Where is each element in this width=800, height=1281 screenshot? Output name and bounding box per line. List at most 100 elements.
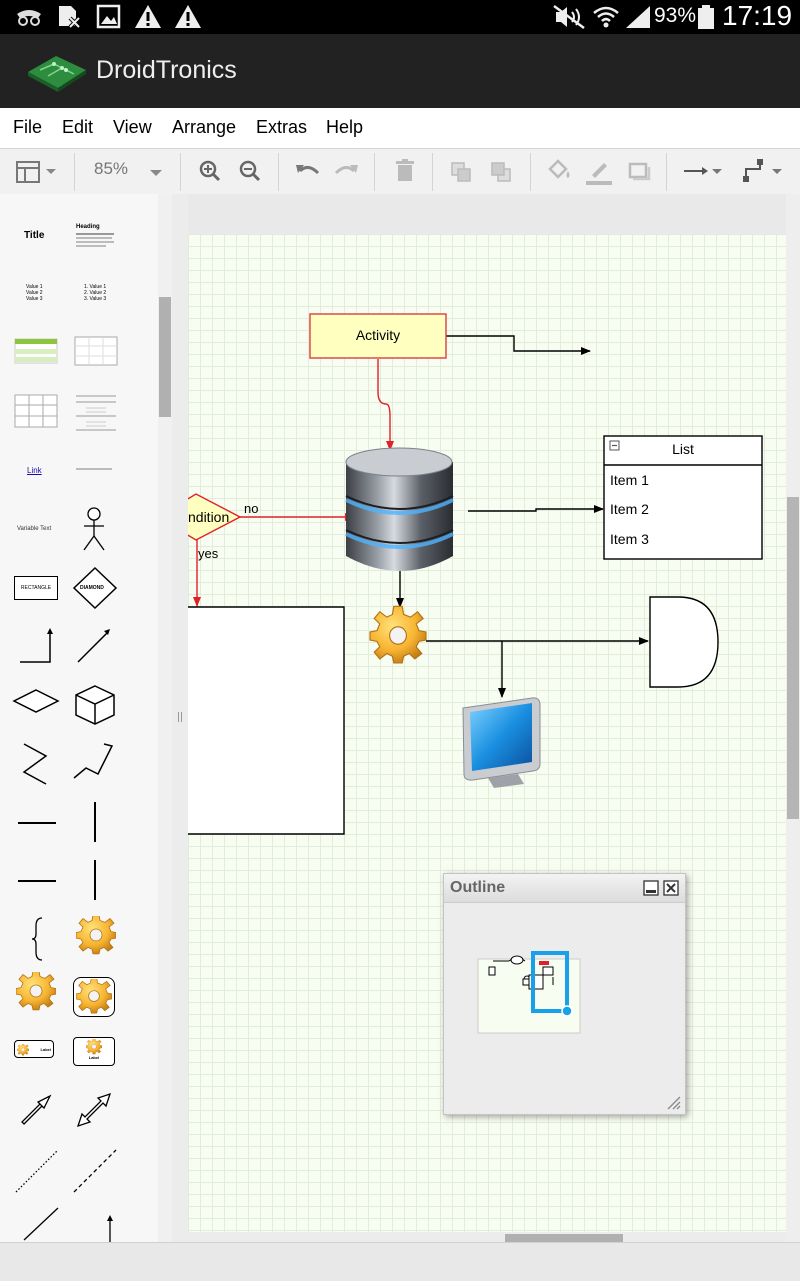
menu-view[interactable]: View: [113, 117, 152, 138]
shape-vertical-line[interactable]: [94, 802, 96, 842]
shape-rectangle[interactable]: RECTANGLE: [14, 576, 58, 600]
menu-file[interactable]: File: [13, 117, 42, 138]
shape-zigzag-vertical[interactable]: [18, 742, 52, 786]
to-front-icon[interactable]: [448, 155, 476, 187]
app-logo-icon: [28, 56, 86, 92]
shape-curly-brace[interactable]: [30, 916, 46, 962]
gear-icon: [86, 1039, 102, 1055]
zoom-in-icon[interactable]: [196, 155, 224, 187]
shape-gear-icon-2[interactable]: [16, 972, 56, 1012]
connection-style-icon[interactable]: [682, 155, 730, 187]
menu-edit[interactable]: Edit: [62, 117, 93, 138]
app-title: DroidTronics: [96, 56, 237, 84]
battery-percent: 93%: [654, 4, 697, 27]
gear-icon[interactable]: [369, 605, 427, 664]
shadow-icon[interactable]: [624, 155, 654, 187]
outline-preview[interactable]: [477, 951, 581, 1035]
zoom-level[interactable]: 85%: [94, 159, 128, 179]
edge-database-list[interactable]: [468, 505, 604, 513]
undo-icon[interactable]: [292, 155, 322, 187]
numbered-item: 3. Value 3: [84, 296, 107, 302]
menu-bar: File Edit View Arrange Extras Help: [0, 108, 800, 149]
signal-icon: [626, 6, 650, 28]
shape-horizontal-line[interactable]: [18, 822, 56, 824]
edge-activity-right[interactable]: [446, 335, 591, 355]
format-panel-button[interactable]: [14, 155, 62, 187]
battery-icon: [698, 5, 714, 29]
zoom-dropdown-icon[interactable]: [146, 155, 166, 187]
shape-dashed-line[interactable]: [72, 1148, 118, 1194]
image-icon: [96, 4, 121, 29]
sidebar-scroll-thumb[interactable]: [159, 297, 171, 417]
shape-numbered-list[interactable]: 1. Value 1 2. Value 2 3. Value 3: [84, 284, 106, 302]
shape-green-table[interactable]: [14, 338, 58, 364]
minimize-icon[interactable]: [643, 880, 659, 896]
container-node[interactable]: [188, 606, 345, 835]
shape-gear-icon[interactable]: [76, 916, 116, 956]
menu-arrange[interactable]: Arrange: [172, 117, 236, 138]
wifi-icon: [593, 6, 619, 28]
shape-double-arrow-icon[interactable]: [76, 1092, 112, 1128]
shape-icon-label-vertical[interactable]: Label: [73, 1037, 115, 1066]
canvas-horizontal-scroll-thumb[interactable]: [505, 1234, 623, 1242]
mute-icon: [553, 4, 585, 30]
bullet-item: Value 3: [26, 296, 43, 302]
shape-variable-text[interactable]: Variable Text: [17, 526, 51, 532]
shape-section-list[interactable]: [74, 394, 118, 432]
close-icon[interactable]: [663, 880, 679, 896]
database-icon[interactable]: [345, 447, 454, 571]
incognito-icon: [17, 10, 41, 26]
menu-help[interactable]: Help: [326, 117, 363, 138]
menu-extras[interactable]: Extras: [256, 117, 307, 138]
shape-icon-label-horizontal[interactable]: Label: [14, 1040, 54, 1058]
edge-activity-database[interactable]: [377, 359, 394, 451]
shape-text-line[interactable]: [76, 468, 112, 470]
and-gate-node[interactable]: [649, 596, 719, 688]
line-color-icon[interactable]: [584, 155, 614, 187]
condition-label: ndition: [188, 509, 230, 525]
panel-splitter[interactable]: [172, 194, 188, 1242]
gear-icon: [76, 979, 112, 1014]
shape-line[interactable]: [22, 1206, 62, 1242]
gear-icon: [17, 1044, 29, 1056]
shape-vertical-arrow[interactable]: [104, 1214, 116, 1242]
shape-elbow-connector[interactable]: [16, 626, 56, 666]
canvas-vertical-scroll-thumb[interactable]: [787, 497, 799, 819]
shape-diagonal-connector[interactable]: [74, 626, 114, 666]
delete-icon[interactable]: [392, 155, 418, 187]
shape-horizontal-line-2[interactable]: [18, 880, 56, 882]
activity-label: Activity: [355, 327, 401, 343]
shape-arrow-icon[interactable]: [18, 1092, 54, 1128]
shape-heading-text[interactable]: Heading: [76, 224, 116, 247]
edge-no-label: no: [244, 501, 259, 516]
bottom-bar: [0, 1242, 800, 1281]
waypoints-icon[interactable]: [740, 155, 788, 187]
monitor-icon[interactable]: [462, 697, 541, 788]
shape-title-text[interactable]: Title: [24, 230, 44, 241]
status-bar: 93% 17:19: [0, 0, 800, 34]
shape-vertical-line-2[interactable]: [94, 860, 96, 900]
outline-window[interactable]: Outline: [443, 873, 686, 1115]
sim-card-x-icon: [59, 6, 81, 29]
edge-yes-label: yes: [198, 546, 219, 561]
list-item-2[interactable]: Item 2: [610, 501, 649, 517]
shape-rhombus[interactable]: [12, 688, 60, 714]
list-item-1[interactable]: Item 1: [610, 472, 649, 488]
shape-link[interactable]: Link: [27, 466, 42, 475]
shape-bullet-list[interactable]: Value 1 Value 2 Value 3: [26, 284, 43, 302]
to-back-icon[interactable]: [488, 155, 516, 187]
shape-zigzag-diagonal[interactable]: [72, 742, 116, 782]
redo-icon[interactable]: [332, 155, 362, 187]
shape-grid-table[interactable]: [14, 394, 58, 428]
shape-gear-rounded[interactable]: [73, 977, 115, 1017]
canvas-horizontal-scrollbar[interactable]: [188, 1232, 786, 1242]
shape-cube[interactable]: [74, 684, 116, 726]
resize-handle-icon[interactable]: [666, 1095, 682, 1111]
app-bar: DroidTronics: [0, 34, 800, 108]
shape-value-table[interactable]: [74, 336, 118, 366]
shape-dotted-line[interactable]: [14, 1148, 60, 1194]
list-item-3[interactable]: Item 3: [610, 531, 649, 547]
fill-color-icon[interactable]: [544, 155, 574, 187]
zoom-out-icon[interactable]: [236, 155, 264, 187]
shape-actor-icon[interactable]: [80, 506, 108, 552]
